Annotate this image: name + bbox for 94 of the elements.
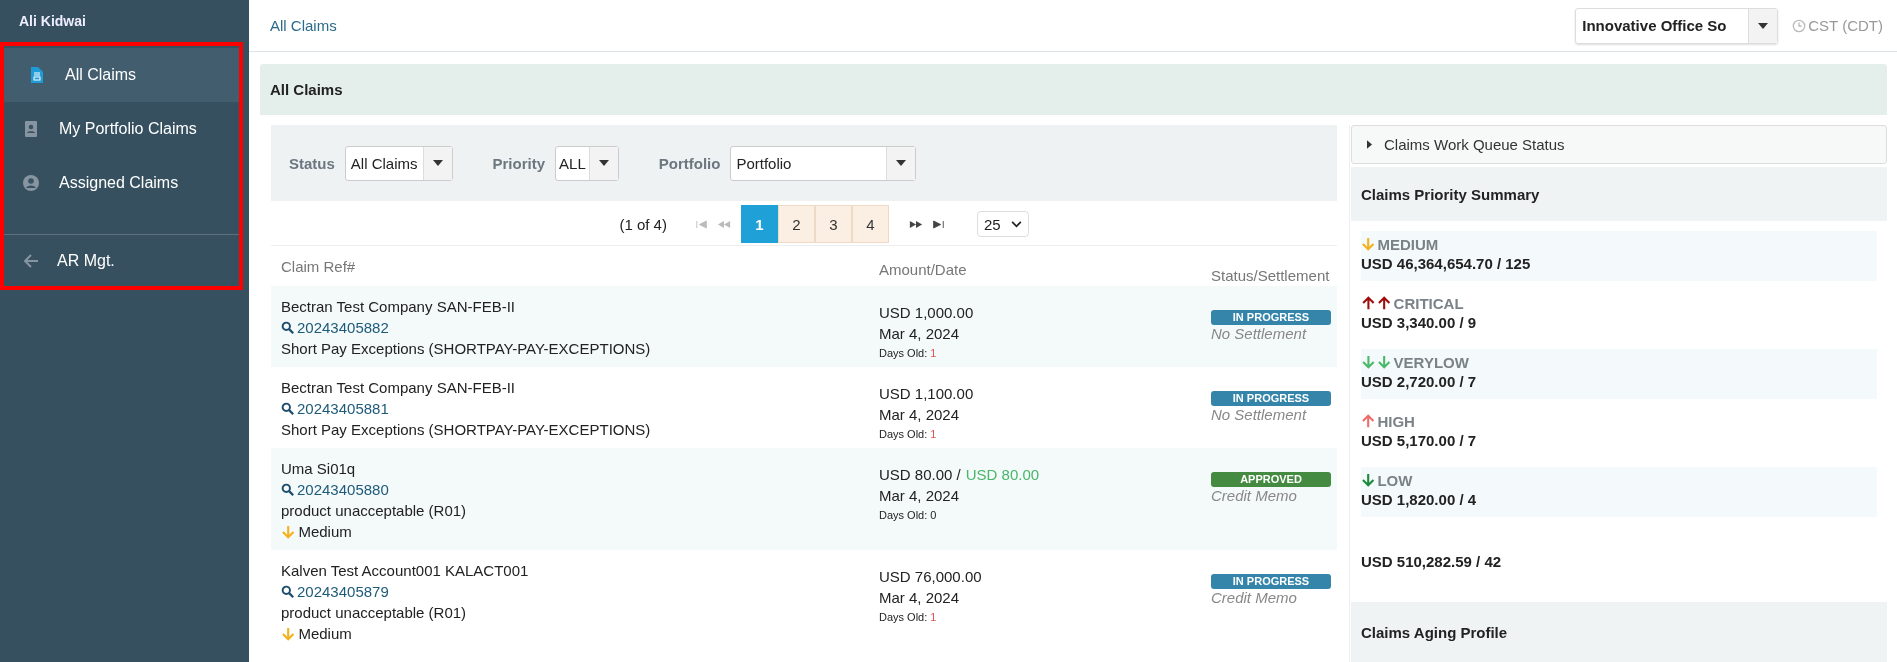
- left-arrow-icon: [23, 253, 39, 269]
- last-page-icon[interactable]: [930, 219, 945, 229]
- priority-name: VERYLOW: [1393, 353, 1469, 371]
- priority-name: HIGH: [1377, 412, 1415, 430]
- search-icon: [281, 585, 294, 598]
- customer-name: Bectran Test Company SAN-FEB-II: [281, 378, 516, 398]
- claim-date: Mar 4, 2024: [879, 486, 961, 506]
- settlement-type: Credit Memo: [1211, 487, 1298, 504]
- claim-amount: USD 80.00 /: [879, 466, 961, 483]
- contact-card-icon: [23, 121, 39, 137]
- grand-total: USD 510,282.59 / 42: [1361, 553, 1503, 570]
- next-page-icon[interactable]: [908, 219, 923, 229]
- page-summary: (1 of 4): [619, 215, 667, 233]
- column-header: Amount/Date: [878, 259, 968, 278]
- claim-number-link[interactable]: 20243405881: [281, 398, 869, 419]
- sidebar-item[interactable]: Assigned Claims: [3, 156, 243, 210]
- days-old-label: Days Old:: [879, 428, 928, 440]
- settlement-type: No Settlement: [1211, 406, 1308, 423]
- customer-name: Kalven Test Account001 KALACT001: [281, 561, 530, 581]
- column-header: Claim Ref#: [280, 257, 357, 275]
- caret-icon: [432, 160, 443, 166]
- claim-amount: USD 1,100.00: [879, 385, 974, 402]
- panel-title: All Claims: [260, 64, 1887, 115]
- priority-total: USD 3,340.00 / 9: [1361, 314, 1478, 331]
- settlement-type: Credit Memo: [1211, 589, 1298, 606]
- claim-number-link[interactable]: 20243405880: [281, 479, 869, 500]
- claim-reason: Short Pay Exceptions (SHORTPAY-PAY-EXCEPTIONS): [281, 339, 652, 359]
- page-button[interactable]: 3: [814, 205, 852, 243]
- clock-icon: [1792, 18, 1807, 33]
- claim-number-link[interactable]: 20243405882: [281, 317, 869, 338]
- priority-name: CRITICAL: [1393, 294, 1464, 312]
- timezone-label: CST (CDT): [1808, 17, 1883, 34]
- claim-reason: Short Pay Exceptions (SHORTPAY-PAY-EXCEPTIONS): [281, 420, 652, 440]
- caret-right-icon: [1367, 140, 1372, 149]
- filter-select[interactable]: All Claims: [344, 145, 453, 181]
- claim-date: Mar 4, 2024: [879, 324, 961, 344]
- column-header: Status/Settlement: [1210, 265, 1331, 284]
- days-old-value: 1: [930, 428, 937, 440]
- priority-name: LOW: [1377, 471, 1413, 489]
- caret-icon: [1758, 22, 1769, 29]
- days-old-label: Days Old:: [879, 611, 928, 623]
- priority-total: USD 5,170.00 / 7: [1361, 432, 1478, 449]
- status-badge: IN PROGRESS: [1211, 574, 1331, 589]
- down-arrow-icon: [281, 524, 296, 539]
- status-badge: IN PROGRESS: [1211, 391, 1331, 406]
- user-circle-icon: [23, 175, 39, 191]
- priority-label: Medium: [298, 624, 352, 644]
- page-size-select[interactable]: 25: [976, 211, 1029, 237]
- filter-label: Status: [289, 154, 335, 172]
- days-old-value: 1: [930, 611, 937, 623]
- settled-amount: USD 80.00: [965, 466, 1040, 483]
- page-button[interactable]: 2: [777, 205, 815, 243]
- customer-name: Bectran Test Company SAN-FEB-II: [281, 297, 516, 317]
- caret-icon: [598, 160, 609, 166]
- days-old-value: 0: [930, 509, 937, 521]
- work-queue-header[interactable]: Claims Work Queue Status: [1351, 125, 1887, 164]
- search-icon: [281, 402, 294, 415]
- priority-total: USD 2,720.00 / 7: [1361, 373, 1478, 390]
- down-arrow-icon: [281, 626, 296, 641]
- priority-total: USD 46,364,654.70 / 125: [1361, 255, 1532, 272]
- company-select[interactable]: Innovative Office So: [1575, 7, 1779, 44]
- claim-reason: product unacceptable (R01): [281, 603, 468, 623]
- priority-label: Medium: [298, 522, 352, 542]
- caret-icon: [896, 160, 907, 166]
- days-old-label: Days Old:: [879, 509, 928, 521]
- search-icon: [281, 321, 294, 334]
- claim-date: Mar 4, 2024: [879, 588, 961, 608]
- search-icon: [281, 483, 294, 496]
- claim-amount: USD 76,000.00: [879, 568, 982, 585]
- breadcrumb-link[interactable]: All Claims: [270, 17, 337, 34]
- filter-label: Priority: [492, 154, 546, 172]
- page-button[interactable]: 4: [851, 205, 889, 243]
- status-badge: IN PROGRESS: [1211, 310, 1331, 325]
- priority-total: USD 1,820.00 / 4: [1361, 491, 1478, 508]
- section-header: Claims Aging Profile: [1351, 602, 1887, 662]
- user-name: Ali Kidwai: [18, 12, 87, 31]
- sidebar-item[interactable]: My Portfolio Claims: [3, 102, 243, 156]
- days-old-value: 1: [930, 347, 937, 359]
- back-link[interactable]: AR Mgt.: [3, 234, 243, 287]
- claim-date: Mar 4, 2024: [879, 405, 961, 425]
- filter-label: Portfolio: [658, 154, 721, 172]
- claim-number-link[interactable]: 20243405879: [281, 581, 869, 602]
- claim-reason: product unacceptable (R01): [281, 501, 468, 521]
- customer-name: Uma Si01q: [281, 459, 357, 479]
- settlement-type: No Settlement: [1211, 325, 1308, 342]
- filter-select[interactable]: ALL: [555, 145, 619, 181]
- claim-amount: USD 1,000.00: [879, 304, 974, 321]
- days-old-label: Days Old:: [879, 347, 928, 359]
- filter-select[interactable]: Portfolio: [730, 145, 917, 181]
- section-header: Claims Priority Summary: [1351, 167, 1887, 221]
- chevron-down-icon: [1010, 220, 1022, 228]
- status-badge: APPROVED: [1211, 472, 1331, 487]
- document-icon: [29, 67, 45, 83]
- priority-name: MEDIUM: [1377, 235, 1439, 253]
